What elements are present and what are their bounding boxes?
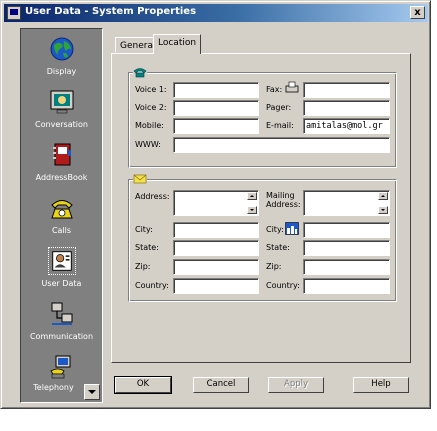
envelope-icon (133, 173, 147, 185)
zip-label: Zip: (135, 262, 151, 271)
email-field[interactable]: amitalas@mol.gr (303, 118, 390, 134)
address-label: Address: (135, 192, 170, 201)
fax-icon (285, 81, 299, 93)
sidebar-item-label: User Data (41, 279, 82, 288)
sidebar-item-label: Telephony (33, 383, 74, 392)
tab-location[interactable]: Location (153, 34, 202, 54)
sidebar-item-label: Calls (51, 226, 72, 235)
close-button[interactable]: x (410, 6, 425, 19)
window-title: User Data - System Properties (25, 6, 197, 17)
mailing-country-field[interactable] (303, 278, 390, 294)
addressbook-icon (53, 143, 71, 166)
mailing-scroll-down[interactable] (378, 206, 388, 214)
voice2-field[interactable] (173, 100, 259, 116)
contact-numbers-group: Voice 1: Voice 2: Mobile: WWW: Fax: Page… (128, 66, 397, 168)
mailing-label-line1: Mailing (266, 191, 295, 200)
globe-icon (50, 37, 74, 61)
telephone-icon (51, 200, 73, 219)
fax-field[interactable] (303, 82, 390, 98)
address-scroll-down[interactable] (247, 206, 257, 214)
user-card-icon (48, 247, 76, 275)
monitor-icon (50, 90, 74, 114)
address-scroll-up[interactable] (247, 192, 257, 200)
voice1-field[interactable] (173, 82, 259, 98)
app-icon (7, 6, 21, 20)
address-field[interactable] (173, 190, 259, 216)
mailing-label-line2: Address: (266, 200, 301, 209)
mobile-label: Mobile: (135, 121, 164, 130)
telephone-icon (133, 66, 147, 78)
voice2-label: Voice 2: (135, 103, 167, 112)
city-label: City: (135, 225, 153, 234)
location-tab-panel: Voice 1: Voice 2: Mobile: WWW: Fax: Page… (111, 53, 411, 363)
mailing-address-field[interactable] (303, 190, 390, 216)
zip-field[interactable] (173, 259, 259, 275)
cancel-button[interactable]: Cancel (193, 377, 249, 393)
sidebar-item-label: Display (46, 67, 77, 76)
mailing-scroll-up[interactable] (378, 192, 388, 200)
www-label: WWW: (135, 140, 161, 149)
pager-field[interactable] (303, 100, 390, 116)
voice1-label: Voice 1: (135, 85, 167, 94)
city-field[interactable] (173, 222, 259, 238)
network-icon (51, 302, 73, 325)
pager-label: Pager: (266, 103, 292, 112)
sidebar-item-label: AddressBook (35, 173, 88, 182)
mailing-city-label: City: (266, 225, 284, 234)
sidebar-item-calls[interactable]: Calls (21, 194, 102, 246)
mailing-zip-field[interactable] (303, 259, 390, 275)
ok-button[interactable]: OK (114, 376, 172, 394)
mailing-city-field[interactable] (303, 222, 390, 238)
sidebar-item-display[interactable]: Display (21, 35, 102, 87)
sidebar-item-conversation[interactable]: Conversation (21, 88, 102, 140)
sidebar-item-user-data[interactable]: User Data (21, 247, 102, 299)
mailing-state-field[interactable] (303, 240, 390, 256)
sidebar-item-communication[interactable]: Communication (21, 300, 102, 352)
category-sidebar[interactable]: Display Conversation AddressBook Calls U… (20, 28, 103, 403)
mailing-country-label: Country: (266, 281, 300, 290)
country-field[interactable] (173, 278, 259, 294)
state-label: State: (135, 243, 159, 252)
address-group: Address: Mailing Address: City: State: Z… (128, 173, 397, 302)
help-button[interactable]: Help (353, 377, 409, 393)
sidebar-item-addressbook[interactable]: AddressBook (21, 141, 102, 193)
telephony-icon (50, 355, 71, 379)
sidebar-scroll-down-button[interactable] (84, 384, 100, 400)
sidebar-item-label: Conversation (35, 120, 88, 129)
country-label: Country: (135, 281, 169, 290)
mailing-state-label: State: (266, 243, 290, 252)
apply-button[interactable]: Apply (268, 377, 324, 393)
state-field[interactable] (173, 240, 259, 256)
mobile-field[interactable] (173, 118, 259, 134)
www-field[interactable] (173, 137, 390, 153)
city-map-icon (285, 222, 299, 235)
properties-window: User Data - System Properties x Display … (0, 0, 431, 409)
fax-label: Fax: (266, 85, 283, 94)
sidebar-item-label: Communication (29, 332, 94, 341)
title-bar[interactable]: User Data - System Properties x (4, 4, 428, 22)
email-label: E-mail: (266, 121, 294, 130)
mailing-zip-label: Zip: (266, 262, 282, 271)
